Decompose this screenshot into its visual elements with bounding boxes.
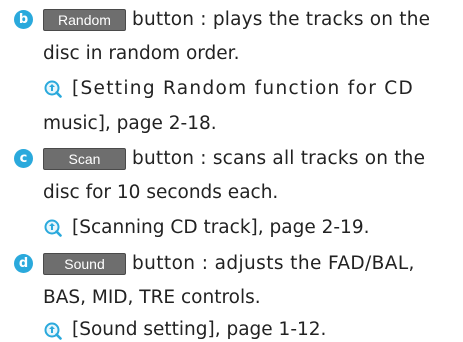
sound-button: Sound bbox=[43, 253, 126, 275]
reference-link-cont[interactable]: music], page 2-18. bbox=[43, 112, 217, 136]
marker-c-icon: c bbox=[14, 149, 33, 168]
entry-description-cont: disc for 10 seconds each. bbox=[43, 182, 279, 203]
magnifier-reference-icon bbox=[44, 219, 62, 237]
reference-link[interactable]: [Sound setting], page 1-12. bbox=[72, 318, 326, 342]
magnifier-reference-icon bbox=[44, 80, 62, 98]
reference-link[interactable]: [Scanning CD track], page 2-19. bbox=[72, 216, 369, 240]
entry-description: button : scans all tracks on the bbox=[132, 148, 426, 169]
entry-description: button : plays the tracks on the bbox=[132, 9, 431, 30]
entry-description-cont: disc in random order. bbox=[43, 43, 240, 64]
magnifier-reference-icon bbox=[44, 322, 62, 340]
random-button: Random bbox=[43, 9, 126, 31]
scan-button: Scan bbox=[43, 148, 126, 170]
marker-d-icon: d bbox=[14, 254, 33, 273]
entry-description-cont: BAS, MID, TRE controls. bbox=[43, 287, 261, 308]
entry-description: button : adjusts the FAD/BAL, bbox=[132, 253, 415, 274]
reference-link[interactable]: [Setting Random function for CD bbox=[72, 77, 414, 101]
marker-b-icon: b bbox=[14, 10, 33, 29]
